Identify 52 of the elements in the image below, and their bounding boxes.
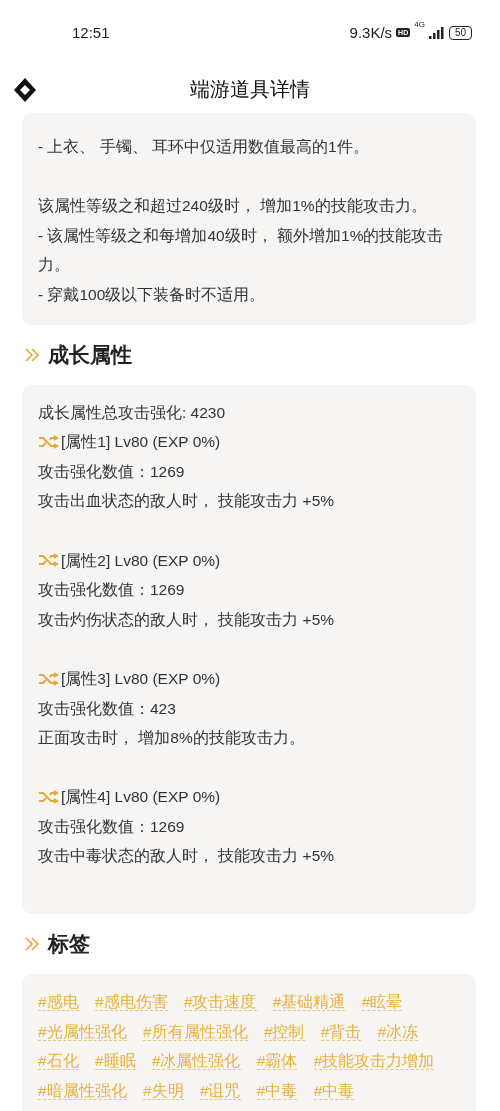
attribute-value: 攻击强化数值：423 — [38, 698, 177, 719]
tag-link[interactable]: #石化 — [38, 1052, 79, 1071]
attribute-value: 攻击强化数值：1269 — [38, 461, 186, 482]
tag-link[interactable]: #技能攻击力增加 — [313, 1052, 435, 1071]
network-type: 4G — [414, 20, 425, 29]
battery-indicator: 50 — [448, 25, 472, 40]
tag-link[interactable]: #睡眠 — [94, 1052, 136, 1071]
tag-link[interactable]: #光属性强化 — [38, 1022, 127, 1041]
diamond-logo-icon — [13, 77, 37, 103]
tag-link[interactable]: #冰属性强化 — [151, 1052, 241, 1071]
network-speed: 9.3K/s — [349, 24, 393, 41]
chevron-icon — [24, 347, 40, 362]
attribute-effect: 正面攻击时， 增加8%的技能攻击力。 — [38, 728, 306, 749]
section-title: 成长属性 — [48, 341, 132, 368]
section-title: 标签 — [48, 931, 90, 958]
status-time: 12:51 — [72, 24, 111, 41]
growth-total: 成长属性总攻击强化: 4230 — [38, 402, 227, 423]
attribute-name: [属性4] Lv80 (EXP 0%) — [61, 787, 221, 808]
tag-link[interactable]: #冰冻 — [377, 1022, 419, 1041]
tag-link[interactable]: #中毒 — [256, 1081, 298, 1100]
shuffle-icon — [38, 434, 60, 449]
attribute-effect: 攻击灼伤状态的敌人时， 技能攻击力 +5% — [38, 609, 336, 630]
tag-link[interactable]: #基础精通 — [272, 993, 346, 1012]
effect-text: - 该属性等级之和每增加40级时， 额外增加1%的技能攻击力。 — [38, 225, 445, 276]
effect-text: - 上衣、 手镯、 耳环中仅适用数值最高的1件。 — [38, 137, 370, 157]
tag-link[interactable]: #攻击速度 — [183, 993, 257, 1012]
attribute-effect: 攻击中毒状态的敌人时， 技能攻击力 +5% — [38, 846, 336, 867]
shuffle-icon — [38, 671, 60, 686]
chevron-icon — [24, 937, 40, 952]
attribute-effect: 攻击出血状态的敌人时， 技能攻击力 +5% — [38, 491, 336, 512]
tag-link[interactable]: #感电伤害 — [94, 993, 168, 1012]
attribute-value: 攻击强化数值：1269 — [38, 816, 186, 837]
tag-link[interactable]: #眩晕 — [361, 993, 403, 1012]
attribute-name: [属性1] Lv80 (EXP 0%) — [61, 432, 221, 453]
effect-text: 该属性等级之和超过240级时， 增加1%的技能攻击力。 — [38, 196, 428, 217]
tag-link[interactable]: #中毒 — [313, 1081, 355, 1100]
tag-link[interactable]: #暗属性强化 — [38, 1081, 127, 1100]
tag-link[interactable]: #背击 — [320, 1022, 362, 1041]
tag-link[interactable]: #诅咒 — [199, 1081, 241, 1100]
tag-link[interactable]: #失明 — [142, 1081, 184, 1100]
signal-icon — [428, 26, 445, 39]
shuffle-icon — [38, 553, 60, 568]
attribute-value: 攻击强化数值：1269 — [38, 580, 186, 601]
tag-link[interactable]: #所有属性强化 — [142, 1022, 248, 1041]
effect-text: - 穿戴100级以下装备时不适用。 — [38, 284, 267, 305]
attribute-name: [属性3] Lv80 (EXP 0%) — [61, 668, 221, 689]
tag-link[interactable]: #控制 — [263, 1022, 305, 1041]
tag-link[interactable]: #感电 — [38, 993, 79, 1012]
shuffle-icon — [38, 790, 60, 805]
page-title: 端游道具详情 — [190, 76, 310, 102]
attribute-name: [属性2] Lv80 (EXP 0%) — [61, 550, 221, 571]
tag-link[interactable]: #霸体 — [256, 1052, 298, 1071]
